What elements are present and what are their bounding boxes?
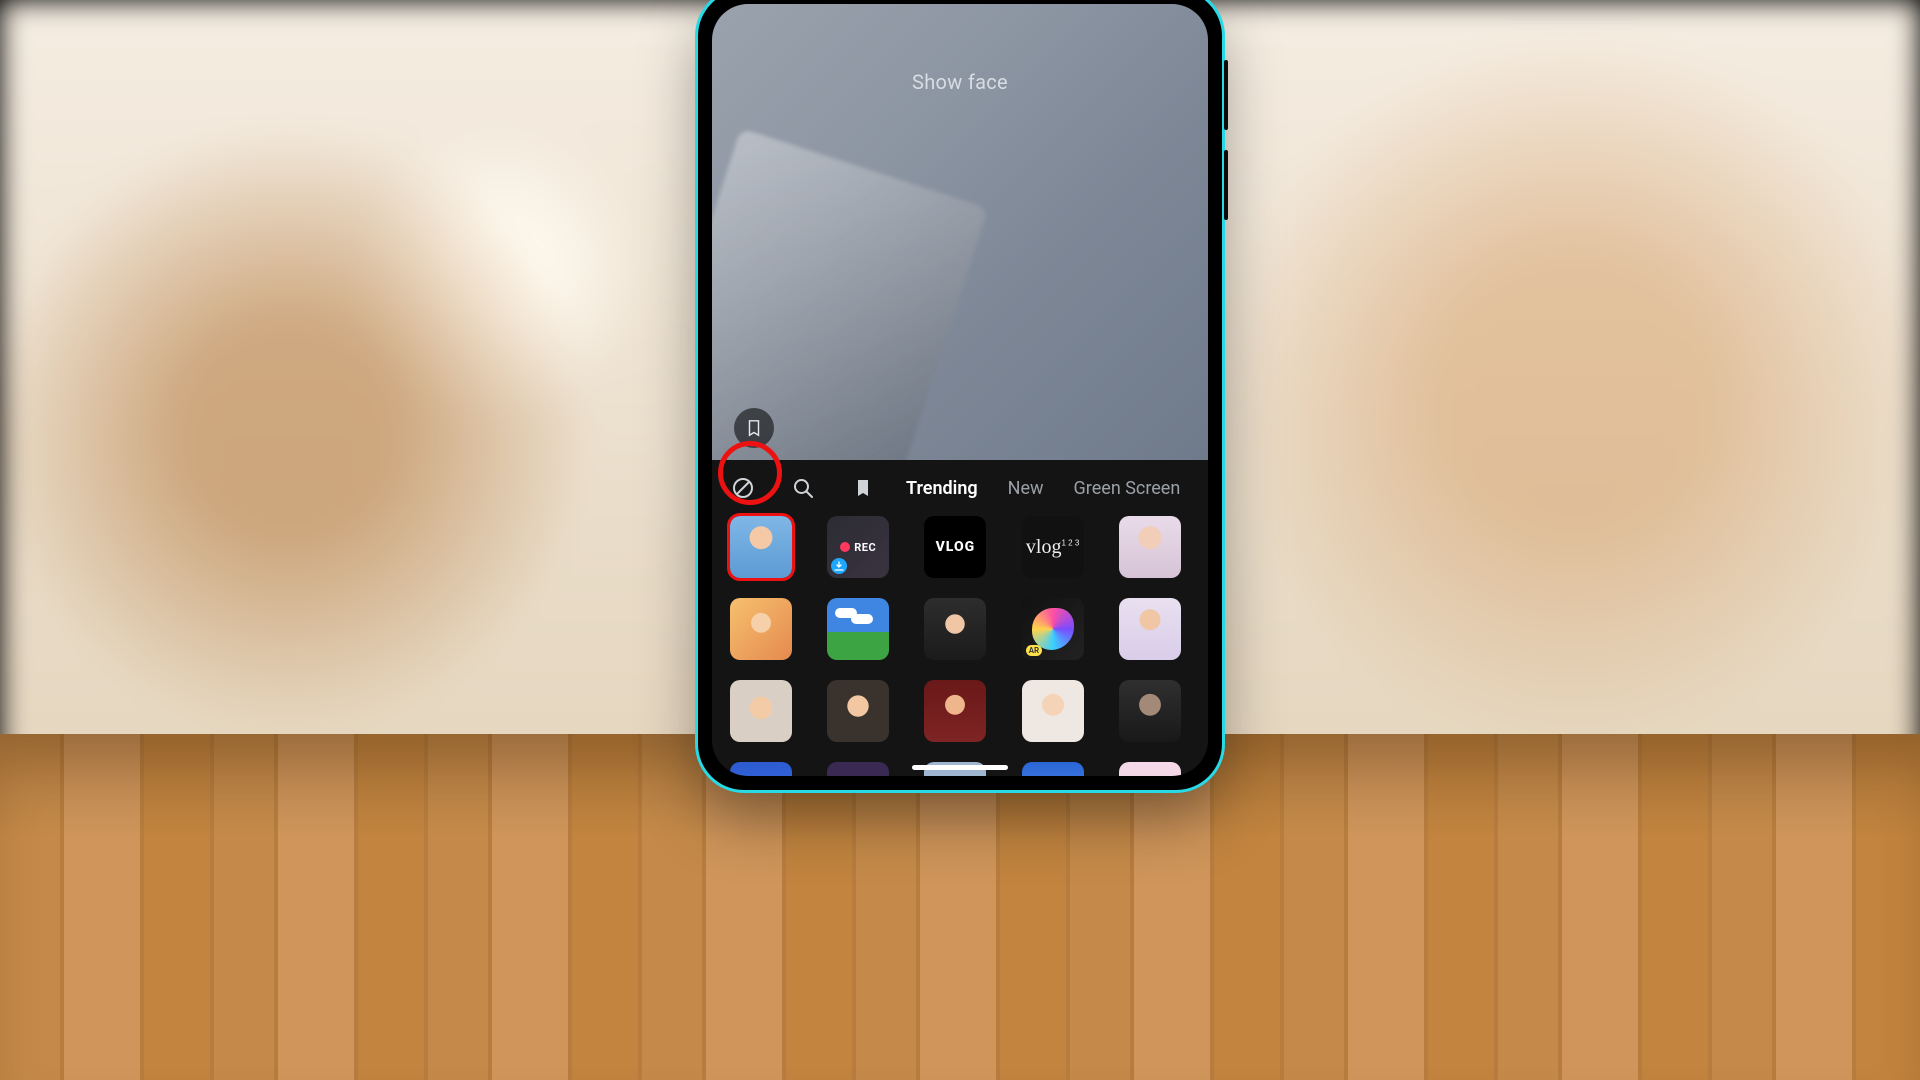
effect-tile[interactable]: AR [1022, 598, 1084, 660]
effect-tile[interactable] [924, 598, 986, 660]
effect-tile[interactable] [1119, 598, 1181, 660]
effect-tile[interactable] [730, 680, 792, 742]
tile-label: vlog1 2 3 [1026, 536, 1079, 559]
effect-tile[interactable] [1022, 762, 1084, 776]
effects-grid[interactable]: REC VLOG vlog1 2 3 AR [712, 516, 1208, 776]
search-effects-button[interactable] [786, 471, 820, 505]
bookmark-filled-icon [854, 478, 872, 498]
tab-green-screen[interactable]: Green Screen [1074, 472, 1181, 505]
tile-label: REC [854, 541, 876, 554]
home-indicator[interactable] [912, 765, 1008, 770]
effect-tile[interactable] [730, 598, 792, 660]
effect-tile[interactable]: VLOG [924, 516, 986, 578]
effect-tile[interactable] [827, 762, 889, 776]
tab-trending[interactable]: Trending [906, 472, 978, 505]
category-tabs: Trending New Green Screen [906, 472, 1180, 505]
effect-tile[interactable] [827, 598, 889, 660]
search-icon [791, 476, 815, 500]
phone-frame: Show face [698, 0, 1222, 790]
effect-tile[interactable] [1119, 762, 1181, 776]
effects-tray: Trending New Green Screen REC VLOG [712, 460, 1208, 776]
effect-tile[interactable] [827, 680, 889, 742]
favorites-tab-button[interactable] [846, 471, 880, 505]
effects-tab-bar: Trending New Green Screen [712, 460, 1208, 516]
effect-tile[interactable] [1119, 516, 1181, 578]
face-hint-text: Show face [712, 70, 1208, 94]
bookmark-outline-icon [746, 419, 762, 437]
download-badge-icon [831, 558, 847, 574]
ar-badge: AR [1026, 645, 1043, 656]
ban-icon [731, 476, 755, 500]
effect-tile[interactable]: REC [827, 516, 889, 578]
no-effect-button[interactable] [726, 471, 760, 505]
phone-screen: Show face [712, 4, 1208, 776]
rec-dot-icon [840, 542, 850, 552]
save-effect-button[interactable] [734, 408, 774, 448]
effect-tile[interactable] [1022, 680, 1084, 742]
tab-new[interactable]: New [1008, 472, 1044, 505]
tile-label: VLOG [936, 539, 976, 555]
effect-tile[interactable] [924, 680, 986, 742]
camera-viewfinder[interactable]: Show face [712, 4, 1208, 460]
effect-tile[interactable]: Gold Coast [730, 762, 792, 776]
effect-tile[interactable] [1119, 680, 1181, 742]
effect-tile[interactable]: vlog1 2 3 [1022, 516, 1084, 578]
effect-tile[interactable] [730, 516, 792, 578]
